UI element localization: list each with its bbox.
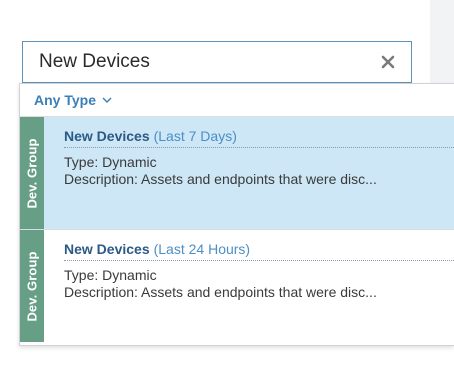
type-tag-label: Dev. Group [24, 250, 40, 322]
result-title[interactable]: New Devices (Last 24 Hours) [64, 240, 454, 261]
search-results-dropdown: Any Type Dev. Group New Devices (Last 7 D… [19, 83, 454, 346]
close-icon[interactable] [381, 55, 395, 69]
type-tag-label: Dev. Group [24, 137, 40, 209]
background-panel [430, 0, 454, 84]
result-description: Description: Assets and endpoints that w… [64, 171, 377, 187]
search-result-item[interactable]: Dev. Group New Devices (Last 24 Hours) Ty… [20, 229, 454, 342]
result-title-qualifier: (Last 7 Days) [153, 128, 237, 144]
search-box[interactable] [22, 41, 412, 83]
chevron-down-icon [102, 97, 112, 103]
search-input[interactable] [23, 41, 381, 83]
result-title-name: New Devices [64, 241, 150, 257]
result-description: Description: Assets and endpoints that w… [64, 284, 377, 300]
result-type: Type: Dynamic [64, 267, 157, 283]
type-tag: Dev. Group [20, 117, 44, 229]
type-filter-label: Any Type [34, 92, 96, 108]
result-title-name: New Devices [64, 128, 150, 144]
result-body: New Devices (Last 7 Days) Type: Dynamic D… [44, 117, 454, 229]
type-tag: Dev. Group [20, 230, 44, 342]
page: Any Type Dev. Group New Devices(Last 7 D… [0, 0, 454, 377]
result-type: Type: Dynamic [64, 154, 157, 170]
type-filter-dropdown[interactable]: Any Type [20, 84, 454, 116]
search-result-item[interactable]: Dev. Group New Devices (Last 7 Days) Type… [20, 116, 454, 229]
result-title-qualifier: (Last 24 Hours) [153, 241, 251, 257]
result-body: New Devices (Last 24 Hours) Type: Dynamic… [44, 230, 454, 342]
result-title[interactable]: New Devices (Last 7 Days) [64, 127, 454, 148]
